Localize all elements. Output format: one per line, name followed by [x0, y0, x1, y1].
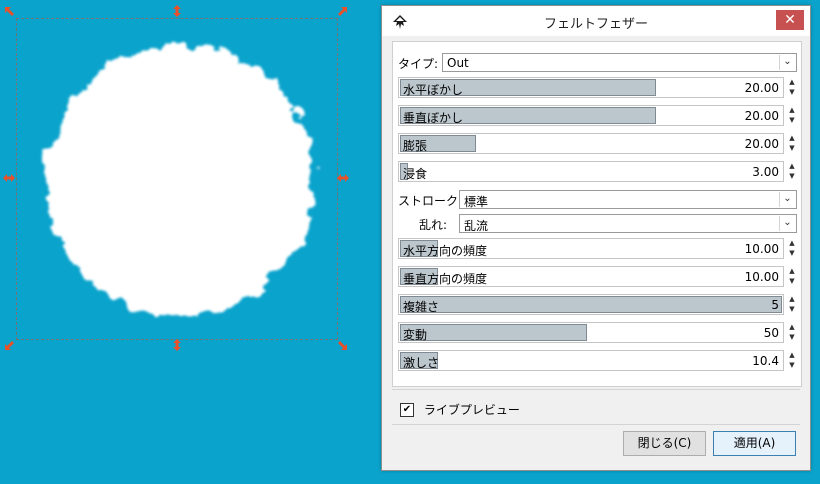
- slider[interactable]: 複雑さ 5: [398, 294, 784, 315]
- chevron-down-icon: ⌄: [779, 216, 795, 231]
- close-icon[interactable]: ✕: [776, 10, 804, 30]
- spin-down-icon[interactable]: ▼: [787, 115, 797, 125]
- slider-value[interactable]: 10.00: [745, 270, 779, 284]
- turbulence-label: 乱れ:: [419, 218, 448, 232]
- slider-value[interactable]: 20.00: [745, 137, 779, 151]
- spin-buttons[interactable]: ▲ ▼: [787, 133, 797, 154]
- resize-arrow-icon[interactable]: [171, 5, 183, 17]
- settings-panel: タイプ: Out ⌄ ストローク: 標準 ⌄ 乱れ: 乱流 ⌄ 水平ぼかし 20.…: [392, 41, 802, 387]
- type-value: Out: [447, 56, 469, 70]
- slider[interactable]: 水平方向の頻度 10.00: [398, 238, 784, 259]
- spin-up-icon[interactable]: ▲: [787, 105, 797, 115]
- spin-down-icon[interactable]: ▼: [787, 360, 797, 370]
- stroke-label: ストローク:: [398, 194, 463, 208]
- slider-value[interactable]: 10.4: [752, 354, 779, 368]
- chevron-down-icon: ⌄: [779, 192, 795, 207]
- live-preview-label: ライブプレビュー: [423, 403, 520, 417]
- spin-buttons[interactable]: ▲ ▼: [787, 322, 797, 343]
- slider-value[interactable]: 50: [764, 326, 779, 340]
- spin-buttons[interactable]: ▲ ▼: [787, 266, 797, 287]
- spin-buttons[interactable]: ▲ ▼: [787, 238, 797, 259]
- spin-buttons[interactable]: ▲ ▼: [787, 350, 797, 371]
- close-button[interactable]: 閉じる(C): [623, 431, 706, 456]
- selection-box[interactable]: [16, 18, 338, 340]
- slider-label: 激しさ: [403, 356, 440, 370]
- spin-down-icon[interactable]: ▼: [787, 276, 797, 286]
- resize-arrow-icon[interactable]: [336, 6, 348, 18]
- title-bar[interactable]: フェルトフェザー ✕: [382, 6, 810, 36]
- felt-feather-dialog: フェルトフェザー ✕ タイプ: Out ⌄ ストローク: 標準 ⌄ 乱れ: 乱流…: [381, 5, 811, 471]
- slider-value[interactable]: 5: [771, 298, 779, 312]
- slider[interactable]: 水平ぼかし 20.00: [398, 77, 784, 98]
- spin-buttons[interactable]: ▲ ▼: [787, 77, 797, 98]
- slider-label: 複雑さ: [403, 300, 440, 314]
- slider[interactable]: 変動 50: [398, 322, 784, 343]
- slider-fill: [400, 324, 587, 341]
- slider-label: 垂直ぼかし: [403, 111, 464, 125]
- slider[interactable]: 垂直ぼかし 20.00: [398, 105, 784, 126]
- turbulence-value: 乱流: [464, 219, 489, 233]
- stroke-select[interactable]: 標準 ⌄: [459, 190, 797, 209]
- slider[interactable]: 膨張 20.00: [398, 133, 784, 154]
- slider-value[interactable]: 10.00: [745, 242, 779, 256]
- slider-label: 浸食: [403, 167, 428, 181]
- spin-buttons[interactable]: ▲ ▼: [787, 294, 797, 315]
- slider-label: 膨張: [403, 139, 428, 153]
- spin-down-icon[interactable]: ▼: [787, 332, 797, 342]
- chevron-down-icon: ⌄: [779, 55, 795, 70]
- spin-up-icon[interactable]: ▲: [787, 322, 797, 332]
- spin-down-icon[interactable]: ▼: [787, 143, 797, 153]
- resize-arrow-icon[interactable]: [337, 172, 349, 184]
- spin-down-icon[interactable]: ▼: [787, 87, 797, 97]
- live-preview-checkbox[interactable]: ✔: [400, 402, 414, 417]
- slider-label: 変動: [403, 328, 428, 342]
- stroke-value: 標準: [464, 195, 489, 209]
- spin-up-icon[interactable]: ▲: [787, 77, 797, 87]
- spin-up-icon[interactable]: ▲: [787, 294, 797, 304]
- slider[interactable]: 激しさ 10.4: [398, 350, 784, 371]
- slider-label: 水平ぼかし: [403, 83, 464, 97]
- slider[interactable]: 垂直方向の頻度 10.00: [398, 266, 784, 287]
- resize-arrow-icon[interactable]: [336, 339, 348, 351]
- slider-fill: [400, 296, 782, 313]
- spin-up-icon[interactable]: ▲: [787, 161, 797, 171]
- resize-arrow-icon[interactable]: [171, 339, 183, 351]
- type-select[interactable]: Out ⌄: [442, 53, 797, 72]
- spin-up-icon[interactable]: ▲: [787, 350, 797, 360]
- spin-down-icon[interactable]: ▼: [787, 304, 797, 314]
- slider-value[interactable]: 20.00: [745, 109, 779, 123]
- divider: [392, 389, 800, 390]
- resize-arrow-icon[interactable]: [4, 6, 16, 18]
- live-preview-toggle[interactable]: ✔ ライブプレビュー: [400, 401, 520, 418]
- spin-down-icon[interactable]: ▼: [787, 171, 797, 181]
- slider-label: 水平方向の頻度: [403, 244, 488, 258]
- turbulence-select[interactable]: 乱流 ⌄: [459, 214, 797, 233]
- slider-label: 垂直方向の頻度: [403, 272, 488, 286]
- spin-up-icon[interactable]: ▲: [787, 133, 797, 143]
- spin-up-icon[interactable]: ▲: [787, 266, 797, 276]
- dialog-title: フェルトフェザー: [543, 17, 648, 32]
- slider[interactable]: 浸食 3.00: [398, 161, 784, 182]
- spin-buttons[interactable]: ▲ ▼: [787, 161, 797, 182]
- spin-down-icon[interactable]: ▼: [787, 248, 797, 258]
- spin-up-icon[interactable]: ▲: [787, 238, 797, 248]
- type-label: タイプ:: [398, 57, 439, 71]
- spin-buttons[interactable]: ▲ ▼: [787, 105, 797, 126]
- resize-arrow-icon[interactable]: [4, 339, 16, 351]
- slider-value[interactable]: 3.00: [752, 165, 779, 179]
- slider-value[interactable]: 20.00: [745, 81, 779, 95]
- apply-button[interactable]: 適用(A): [713, 431, 796, 456]
- canvas-area[interactable]: [0, 0, 380, 484]
- resize-arrow-icon[interactable]: [3, 172, 15, 184]
- divider: [392, 424, 800, 425]
